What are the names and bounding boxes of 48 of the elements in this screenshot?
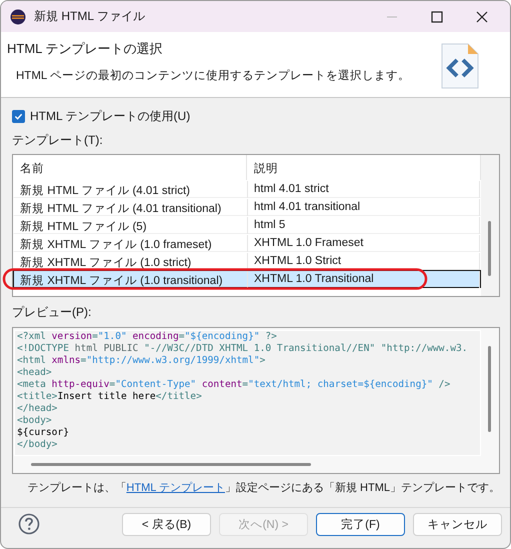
help-icon[interactable]: [18, 513, 40, 535]
dialog-button[interactable]: 完了(F): [316, 512, 405, 536]
preview-label: プレビュー(P):: [12, 304, 92, 321]
code-line: </body>: [17, 439, 58, 451]
column-header[interactable]: 名前: [13, 155, 247, 180]
table-cell: 新規 HTML ファイル (4.01 strict): [14, 181, 248, 198]
code-file-icon: [440, 42, 480, 90]
code-line: <title>Insert title here</title>: [17, 391, 203, 403]
checkbox[interactable]: [12, 110, 25, 123]
table-cell: 新規 XHTML ファイル (1.0 transitional): [14, 271, 248, 288]
close-icon[interactable]: [476, 10, 488, 22]
table-row[interactable]: 新規 HTML ファイル (4.01 strict) html 4.01 strict: [13, 180, 481, 198]
table-row[interactable]: 新規 XHTML ファイル (1.0 transitional) XHTML 1.0 Transitional: [13, 270, 481, 288]
table-row[interactable]: 新規 HTML ファイル (4.01 transitional) html 4.01 transitional: [13, 198, 481, 216]
table-cell: 新規 XHTML ファイル (1.0 strict): [14, 253, 248, 270]
table-cell: 新規 XHTML ファイル (1.0 frameset): [14, 235, 248, 252]
table-cell: html 5: [248, 217, 480, 234]
use-template-checkbox[interactable]: HTML テンプレートの使用(U): [12, 108, 500, 125]
page-title: HTML テンプレートの選択: [7, 40, 164, 58]
table-cell: XHTML 1.0 Frameset: [248, 235, 480, 252]
code-line: ${cursor}: [17, 427, 70, 439]
settings-link[interactable]: HTML テンプレート: [126, 482, 225, 494]
table-cell: XHTML 1.0 Transitional: [248, 271, 480, 288]
checkbox-label: HTML テンプレートの使用(U): [30, 108, 190, 125]
code-line: </head>: [17, 403, 58, 415]
maximize-icon[interactable]: [431, 10, 443, 22]
table-cell: 新規 HTML ファイル (4.01 transitional): [14, 199, 248, 216]
dialog-button[interactable]: キャンセル: [413, 512, 502, 536]
code-line: <?xml version="1.0" encoding="${encoding}" ?>: [17, 331, 278, 343]
app-icon: [10, 8, 26, 24]
table-row[interactable]: 新規 HTML ファイル (5) html 5: [13, 216, 481, 234]
code-line: <head>: [17, 367, 52, 379]
templates-label: テンプレート(T):: [12, 132, 104, 149]
table-cell: html 4.01 strict: [248, 181, 480, 198]
scrollbar-thumb[interactable]: [488, 346, 491, 432]
table-row[interactable]: 新規 XHTML ファイル (1.0 frameset) XHTML 1.0 Frameset: [13, 234, 481, 252]
scrollbar-thumb[interactable]: [31, 463, 311, 466]
code-line: <html xmlns="http://www.w3.org/1999/xhtml">: [17, 355, 266, 367]
table-cell: 新規 HTML ファイル (5): [14, 217, 248, 234]
code-line: <body>: [17, 415, 53, 427]
window-title: 新規 HTML ファイル: [34, 8, 145, 25]
page-description: HTML ページの最初のコンテンツに使用するテンプレートを選択します。: [16, 68, 412, 83]
dialog-button[interactable]: < 戻る(B): [122, 512, 211, 536]
scrollbar-thumb[interactable]: [488, 221, 491, 276]
code-line: <!DOCTYPE html PUBLIC "-//W3C//DTD XHTML 1.0 Transitional//EN" "http://www.w3.: [17, 343, 469, 355]
code-line: <meta http-equiv="Content-Type" content="text/html; charset=${encoding}" />: [17, 379, 452, 391]
template-note: テンプレートは、「HTML テンプレート」設定ページにある「新規 HTML」テンプレートです。: [26, 480, 500, 495]
table-cell: html 4.01 transitional: [248, 199, 480, 216]
